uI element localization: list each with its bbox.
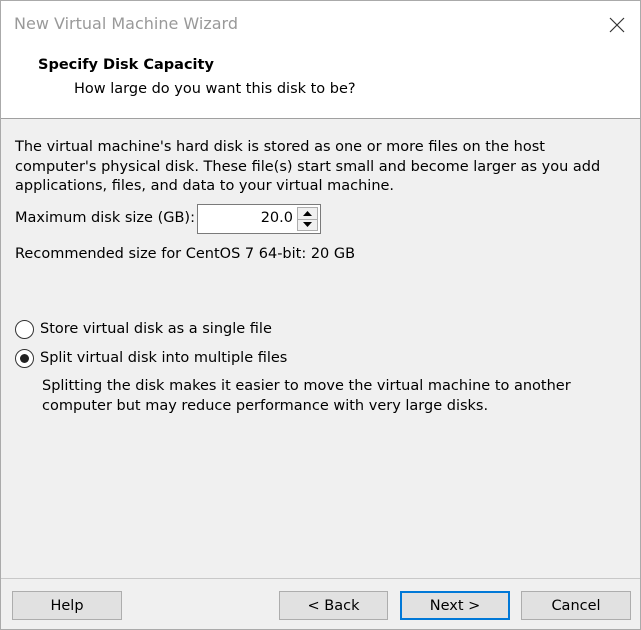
cancel-button[interactable]: Cancel <box>521 591 631 620</box>
multiple-files-radio[interactable] <box>15 348 34 368</box>
close-button[interactable] <box>594 1 640 48</box>
spin-down-button[interactable] <box>297 219 318 231</box>
wizard-window: New Virtual Machine Wizard Specify Disk … <box>0 0 641 630</box>
single-file-option[interactable]: Store virtual disk as a single file <box>15 319 272 339</box>
disk-size-stepper[interactable]: 20.0 <box>197 204 321 234</box>
disk-size-value[interactable]: 20.0 <box>261 210 293 226</box>
page-subtitle: How large do you want this disk to be? <box>74 81 356 97</box>
footer-divider <box>1 578 640 579</box>
spin-buttons <box>297 207 318 231</box>
spin-up-button[interactable] <box>297 207 318 220</box>
arrow-down-icon <box>303 222 312 228</box>
arrow-up-icon <box>303 210 312 216</box>
radio-selected-dot <box>20 353 29 363</box>
multiple-files-label[interactable]: Split virtual disk into multiple files <box>40 350 287 366</box>
title-bar: New Virtual Machine Wizard <box>1 1 640 48</box>
back-button[interactable]: < Back <box>279 591 388 620</box>
close-icon <box>609 17 625 32</box>
page-title: Specify Disk Capacity <box>38 57 214 73</box>
recommended-size-text: Recommended size for CentOS 7 64-bit: 20… <box>15 246 356 262</box>
single-file-radio[interactable] <box>15 319 34 339</box>
disk-description: The virtual machine's hard disk is store… <box>15 139 601 194</box>
next-button[interactable]: Next > <box>400 591 510 620</box>
multiple-files-option[interactable]: Split virtual disk into multiple files <box>15 348 287 368</box>
wizard-header: Specify Disk Capacity How large do you w… <box>1 48 640 119</box>
split-description: Splitting the disk makes it easier to mo… <box>42 378 571 414</box>
window-title: New Virtual Machine Wizard <box>14 14 238 33</box>
single-file-label[interactable]: Store virtual disk as a single file <box>40 321 272 337</box>
help-button[interactable]: Help <box>12 591 122 620</box>
disk-size-label: Maximum disk size (GB): <box>15 210 195 226</box>
